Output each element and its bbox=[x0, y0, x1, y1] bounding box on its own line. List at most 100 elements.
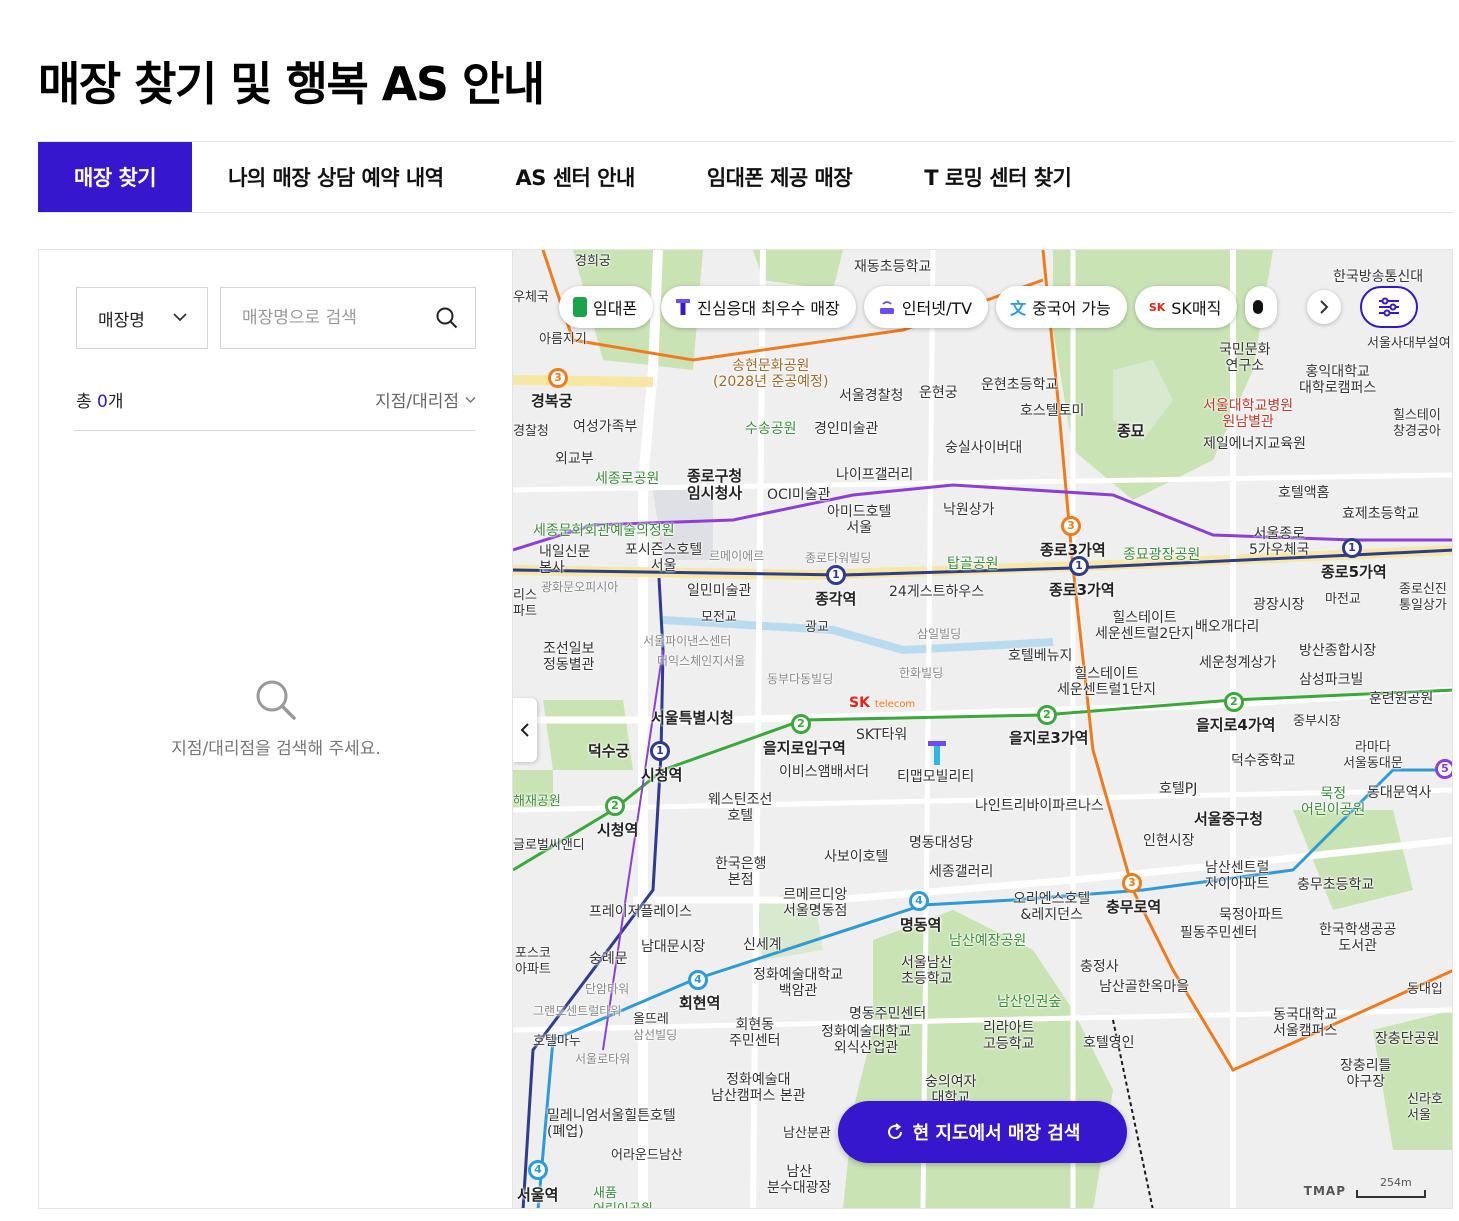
map-label: OCI미술관 bbox=[767, 487, 831, 503]
sk-telecom-marker[interactable]: SK telecom bbox=[849, 695, 915, 711]
map-label: 종로3가역 bbox=[1040, 541, 1106, 559]
tab-my-reservations[interactable]: 나의 매장 상담 예약 내역 bbox=[192, 142, 479, 212]
station-marker: 2 bbox=[1224, 692, 1244, 712]
chip-scroll-next-button[interactable] bbox=[1307, 290, 1341, 324]
map-label: 삼일빌딩 bbox=[917, 627, 962, 641]
search-icon[interactable] bbox=[436, 307, 458, 329]
map-label: 나이프갤러리 bbox=[836, 467, 914, 483]
result-count-value: 0 bbox=[97, 392, 108, 412]
map-label: 포스코 아파트 bbox=[515, 946, 551, 977]
chip-label: 인터넷/TV bbox=[901, 299, 973, 318]
map-label: 웨스틴조선 호텔 bbox=[708, 792, 773, 824]
map-label: 종로구청 임시청사 bbox=[687, 467, 743, 502]
map-label: 국민문화 연구소 bbox=[1219, 342, 1271, 374]
station-marker: 4 bbox=[528, 1160, 548, 1180]
chip-sk-magic[interactable]: SK SK매직 bbox=[1134, 286, 1238, 328]
store-search-input[interactable] bbox=[242, 308, 442, 328]
t-store-marker-icon[interactable] bbox=[927, 740, 947, 766]
map-label: 서울역 bbox=[517, 1186, 559, 1204]
map-label: 호텔영인 bbox=[1083, 1035, 1135, 1051]
station-marker: 2 bbox=[791, 714, 811, 734]
map-label: 아미드호텔 서울 bbox=[827, 504, 892, 536]
store-map[interactable]: 1 1 1 1 2 2 2 2 3 3 3 4 4 4 5 서울특별시청 시청역… bbox=[512, 249, 1453, 1209]
chip-internet-tv[interactable]: 인터넷/TV bbox=[863, 286, 989, 328]
map-label: 종로타워빌딩 bbox=[805, 551, 872, 565]
map-label: 종로5가역 bbox=[1321, 563, 1387, 581]
chinese-char-icon: 文 bbox=[1010, 299, 1027, 318]
store-type-sort[interactable]: 지점/대리점 bbox=[375, 387, 476, 412]
map-label: 경희궁 bbox=[575, 254, 611, 269]
collapse-panel-button[interactable] bbox=[513, 698, 537, 762]
map-label: 남산분관 bbox=[783, 1126, 831, 1141]
map-label: 동대입 bbox=[1407, 982, 1443, 997]
tab-t-roaming-center[interactable]: T 로밍 센터 찾기 bbox=[888, 142, 1107, 212]
tab-rental-phone-stores[interactable]: 임대폰 제공 매장 bbox=[671, 142, 888, 212]
map-label: 남산 분수대광장 bbox=[767, 1164, 832, 1196]
empty-message: 지점/대리점을 검색해 주세요. bbox=[171, 739, 381, 759]
refresh-icon bbox=[887, 1123, 902, 1139]
sk-logo-icon: SK bbox=[1148, 300, 1166, 314]
map-label: 명동대성당 bbox=[909, 835, 974, 851]
map-label: 힐스테이트 세운센트럴1단지 bbox=[1057, 666, 1157, 698]
empty-state: 지점/대리점을 검색해 주세요. bbox=[39, 678, 513, 759]
map-label: 운현궁 bbox=[919, 385, 958, 401]
map-label: 광장시장 bbox=[1253, 597, 1305, 613]
map-label: 내일신문 본사 bbox=[539, 544, 591, 576]
station-marker: 1 bbox=[650, 741, 670, 761]
chip-rental-phone[interactable]: 임대폰 bbox=[559, 286, 654, 328]
map-label: 광화문오피시아 bbox=[541, 580, 619, 594]
map-label: 세종갤러리 bbox=[929, 864, 994, 880]
map-label: 필동주민센터 bbox=[1180, 925, 1258, 941]
map-label: 티맵모빌리티 bbox=[897, 769, 975, 785]
tab-as-center[interactable]: AS 센터 안내 bbox=[480, 142, 671, 212]
map-label: 제일에너지교육원 bbox=[1203, 436, 1307, 452]
map-label: 동부다동빌딩 bbox=[767, 672, 834, 686]
map-label: 재동초등학교 bbox=[854, 259, 932, 275]
map-label: 프레이저플레이스 bbox=[589, 904, 693, 920]
map-label: 포시즌스호텔 서울 bbox=[625, 542, 703, 574]
map-label: 신세계 bbox=[743, 937, 782, 953]
store-type-sort-label: 지점/대리점 bbox=[375, 392, 459, 412]
map-label: 시청역 bbox=[641, 766, 683, 784]
map-label: 르메르디앙 서울명동점 bbox=[783, 887, 848, 919]
map-label: 리스 파트 bbox=[513, 588, 537, 619]
map-label: 서울남산 초등학교 bbox=[901, 955, 953, 987]
map-label: 서울로타워 bbox=[575, 1052, 631, 1066]
filter-settings-button[interactable] bbox=[1360, 286, 1418, 328]
search-panel: 매장명 총 0개 지점/대리점 지점/대리점을 검색해 주세요. bbox=[38, 249, 512, 1209]
search-this-area-label: 현 지도에서 매장 검색 bbox=[912, 1123, 1081, 1144]
t-logo-icon bbox=[676, 299, 691, 315]
map-label: 효제초등학교 bbox=[1342, 506, 1420, 522]
chip-more[interactable] bbox=[1245, 286, 1278, 328]
station-marker: 2 bbox=[1037, 705, 1057, 725]
map-label: 숭실사이버대 bbox=[945, 440, 1023, 456]
map-label: 충무로역 bbox=[1106, 898, 1162, 916]
result-count-prefix: 총 bbox=[76, 392, 98, 412]
map-label: 더익스체인지서울 bbox=[657, 654, 746, 668]
chip-label: 진심응대 최우수 매장 bbox=[697, 299, 840, 318]
map-label: 낙원상가 bbox=[943, 502, 995, 518]
chip-chinese[interactable]: 文 중국어 가능 bbox=[996, 286, 1127, 328]
chip-best-service[interactable]: 진심응대 최우수 매장 bbox=[661, 286, 856, 328]
sk-logo-text: SK bbox=[849, 695, 870, 711]
chip-label: 중국어 가능 bbox=[1032, 299, 1111, 318]
map-label: 동대문역사 bbox=[1367, 785, 1432, 801]
map-label: 우체국 bbox=[513, 290, 549, 305]
result-count: 총 0개 bbox=[76, 387, 124, 412]
station-marker: 4 bbox=[688, 970, 708, 990]
search-type-select[interactable]: 매장명 bbox=[76, 287, 208, 349]
search-this-area-button[interactable]: 현 지도에서 매장 검색 bbox=[838, 1101, 1127, 1163]
tab-store-search[interactable]: 매장 찾기 bbox=[38, 142, 193, 212]
map-label: 을지로입구역 bbox=[763, 739, 846, 757]
map-label: 남산인권숲 bbox=[997, 994, 1062, 1010]
map-label: 명동역 bbox=[900, 916, 942, 934]
map-scale: 254m bbox=[1356, 1176, 1426, 1198]
map-label: 올뜨레 bbox=[633, 1012, 669, 1027]
map-label: 삼성파크빌 bbox=[1299, 672, 1364, 688]
map-label: 밀레니엄서울힐튼호텔 (폐업) bbox=[547, 1108, 676, 1140]
map-label: 삼선빌딩 bbox=[633, 1028, 678, 1042]
map-label: 남산센트럴 자이아파트 bbox=[1205, 860, 1270, 892]
map-label: 충정사 bbox=[1080, 959, 1119, 975]
map-label: 시청역 bbox=[597, 821, 639, 839]
map-label: 종묘 bbox=[1117, 422, 1145, 440]
